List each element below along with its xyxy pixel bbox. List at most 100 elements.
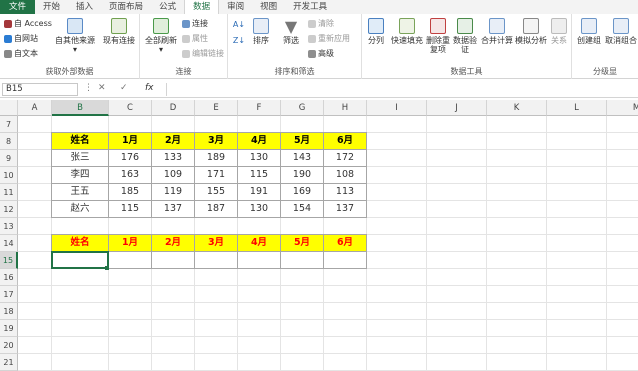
- what-if-analysis-button[interactable]: 模拟分析: [514, 18, 548, 45]
- row-header-13[interactable]: 13: [0, 218, 18, 235]
- column-header-K[interactable]: K: [487, 100, 547, 116]
- column-header-H[interactable]: H: [324, 100, 367, 116]
- row-header-10[interactable]: 10: [0, 167, 18, 184]
- tab-5[interactable]: 数据: [184, 0, 220, 14]
- tab-4[interactable]: 公式: [151, 0, 184, 14]
- table-cell[interactable]: 185: [109, 184, 152, 201]
- table-cell[interactable]: 187: [195, 201, 238, 218]
- table-cell[interactable]: 189: [195, 150, 238, 167]
- table-cell[interactable]: 176: [109, 150, 152, 167]
- table-cell[interactable]: [109, 252, 152, 269]
- row-header-20[interactable]: 20: [0, 337, 18, 354]
- table-cell[interactable]: 3月: [195, 235, 238, 252]
- sort-desc-button[interactable]: Z↓: [232, 36, 246, 45]
- table-cell[interactable]: 4月: [238, 235, 281, 252]
- row-header-8[interactable]: 8: [0, 133, 18, 150]
- worksheet-grid[interactable]: A B C D E F G H I J K L M 7 8 9 10 11 12 13 14 15 16 17 18 19 20 21…: [0, 100, 638, 371]
- table-cell[interactable]: 190: [281, 167, 324, 184]
- table-cell[interactable]: 姓名: [52, 133, 109, 150]
- table-cell[interactable]: 王五: [52, 184, 109, 201]
- row-header-14[interactable]: 14: [0, 235, 18, 252]
- table-cell[interactable]: 6月: [324, 235, 367, 252]
- row-header-11[interactable]: 11: [0, 184, 18, 201]
- table-cell[interactable]: 172: [324, 150, 367, 167]
- relationships-button[interactable]: 关系: [548, 18, 570, 45]
- table-cell[interactable]: 1月: [109, 133, 152, 150]
- table-cell[interactable]: 赵六: [52, 201, 109, 218]
- column-header-F[interactable]: F: [238, 100, 281, 116]
- table-cell[interactable]: [281, 252, 324, 269]
- selected-cell[interactable]: [51, 251, 109, 269]
- consolidate-button[interactable]: 合并计算: [480, 18, 514, 45]
- table-cell[interactable]: 李四: [52, 167, 109, 184]
- reapply-button[interactable]: 重新应用: [308, 33, 350, 44]
- insert-function-icon[interactable]: fx: [145, 83, 154, 93]
- advanced-button[interactable]: 高级: [308, 48, 334, 59]
- column-header-C[interactable]: C: [109, 100, 152, 116]
- table-cell[interactable]: 3月: [195, 133, 238, 150]
- table-cell[interactable]: 5月: [281, 235, 324, 252]
- column-header-I[interactable]: I: [367, 100, 427, 116]
- column-header-E[interactable]: E: [195, 100, 238, 116]
- connections-button[interactable]: 连接: [182, 18, 208, 29]
- table-cell[interactable]: 115: [109, 201, 152, 218]
- table-cell[interactable]: 130: [238, 201, 281, 218]
- sort-asc-button[interactable]: A↓: [232, 20, 246, 29]
- remove-duplicates-button[interactable]: 删除重复项: [424, 18, 452, 54]
- tab-8[interactable]: 开发工具: [285, 0, 335, 14]
- table-cell[interactable]: 154: [281, 201, 324, 218]
- row-header-9[interactable]: 9: [0, 150, 18, 167]
- table-cell[interactable]: 169: [281, 184, 324, 201]
- column-header-M[interactable]: M: [607, 100, 638, 116]
- table-cell[interactable]: 108: [324, 167, 367, 184]
- table-cell[interactable]: [152, 252, 195, 269]
- table-cell[interactable]: 张三: [52, 150, 109, 167]
- row-header-18[interactable]: 18: [0, 303, 18, 320]
- data-validation-button[interactable]: 数据验证: [452, 18, 478, 54]
- table-cell[interactable]: [195, 252, 238, 269]
- edit-links-button[interactable]: 编辑链接: [182, 48, 224, 59]
- row-header-7[interactable]: 7: [0, 116, 18, 133]
- table-cell[interactable]: 191: [238, 184, 281, 201]
- table-cell[interactable]: 姓名: [52, 235, 109, 252]
- group-button[interactable]: 创建组: [574, 18, 604, 45]
- clear-button[interactable]: 清除: [308, 18, 334, 29]
- table-cell[interactable]: 109: [152, 167, 195, 184]
- row-header-12[interactable]: 12: [0, 201, 18, 218]
- table-cell[interactable]: 163: [109, 167, 152, 184]
- cancel-icon[interactable]: ✕: [98, 83, 106, 93]
- table-cell[interactable]: 130: [238, 150, 281, 167]
- row-header-21[interactable]: 21: [0, 354, 18, 371]
- tab-6[interactable]: 审阅: [219, 0, 252, 14]
- row-header-19[interactable]: 19: [0, 320, 18, 337]
- table-cell[interactable]: 1月: [109, 235, 152, 252]
- select-all-corner[interactable]: [0, 100, 18, 116]
- table-cell[interactable]: 171: [195, 167, 238, 184]
- from-other-sources-button[interactable]: 自其他来源 ▾: [52, 18, 98, 54]
- from-access-button[interactable]: 自 Access: [4, 18, 52, 29]
- fill-handle[interactable]: [105, 266, 109, 270]
- refresh-all-button[interactable]: 全部刷新 ▾: [142, 18, 180, 54]
- tab-1[interactable]: 开始: [35, 0, 68, 14]
- filter-button[interactable]: ▼ 筛选: [278, 18, 304, 46]
- table-cell[interactable]: 119: [152, 184, 195, 201]
- row-header-15[interactable]: 15: [0, 252, 18, 269]
- table-cell[interactable]: 137: [324, 201, 367, 218]
- tab-0[interactable]: 文件: [0, 0, 36, 14]
- formula-input[interactable]: [166, 83, 636, 96]
- column-header-J[interactable]: J: [427, 100, 487, 116]
- row-header-17[interactable]: 17: [0, 286, 18, 303]
- table-cell[interactable]: 5月: [281, 133, 324, 150]
- tab-2[interactable]: 插入: [68, 0, 101, 14]
- table-cell[interactable]: 113: [324, 184, 367, 201]
- tab-3[interactable]: 页面布局: [101, 0, 151, 14]
- table-cell[interactable]: 133: [152, 150, 195, 167]
- name-box[interactable]: B15: [2, 83, 78, 96]
- table-cell[interactable]: 2月: [152, 133, 195, 150]
- sort-button[interactable]: 排序: [248, 18, 274, 45]
- table-cell[interactable]: 115: [238, 167, 281, 184]
- ungroup-button[interactable]: 取消组合: [604, 18, 638, 45]
- column-header-G[interactable]: G: [281, 100, 324, 116]
- table-cell[interactable]: [324, 252, 367, 269]
- existing-connections-button[interactable]: 现有连接: [100, 18, 138, 45]
